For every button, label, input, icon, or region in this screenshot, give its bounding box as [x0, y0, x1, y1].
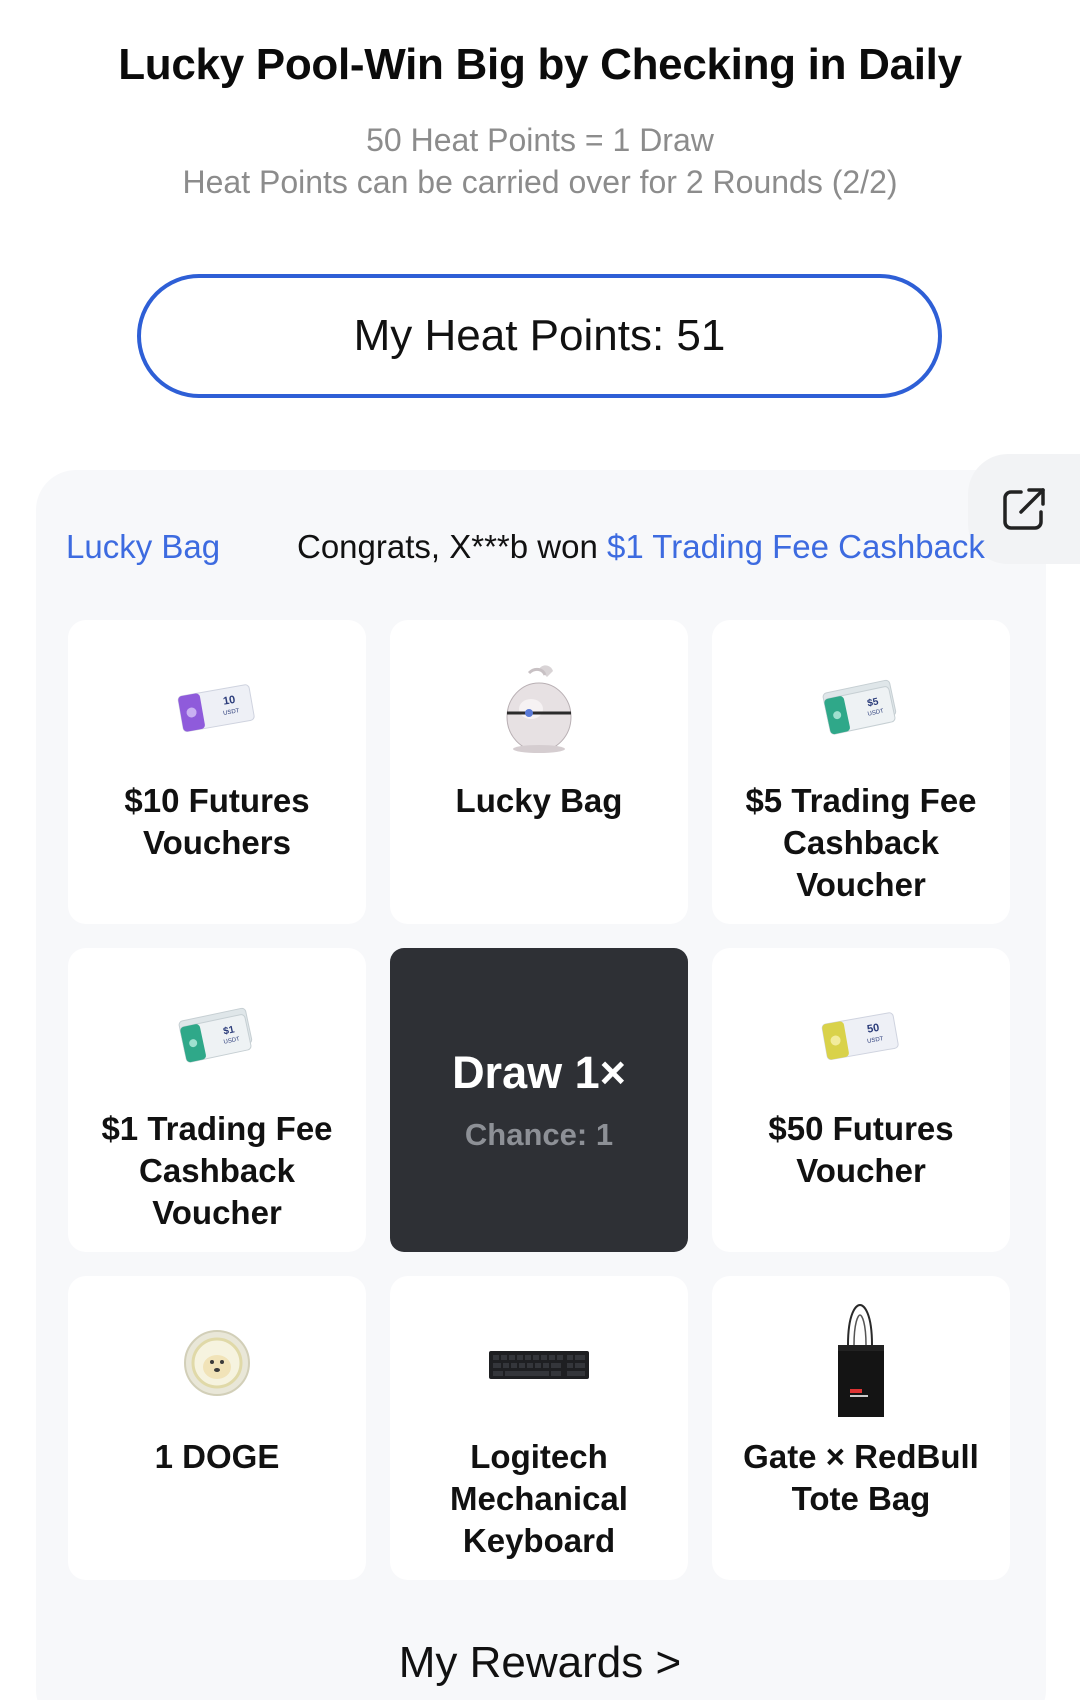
winner-marquee-tag: Lucky Bag: [66, 522, 220, 572]
doge-coin-icon: [184, 1330, 250, 1396]
prize-label: Gate × RedBull Tote Bag: [743, 1438, 979, 1517]
prize-label: Logitech Mechanical Keyboard: [450, 1438, 628, 1559]
tote-bag-icon: [838, 1303, 884, 1417]
prize-label: $50 Futures Voucher: [768, 1110, 954, 1189]
voucher-amount: 50: [866, 1022, 880, 1036]
prize-cell-lucky-bag: Lucky Bag: [390, 620, 688, 924]
prize-cell-50-futures: 50 USDT $50 Futures Voucher: [712, 948, 1010, 1252]
prize-cell-10-futures: 10 USDT $10 Futures Vouchers: [68, 620, 366, 924]
voucher-amount: 10: [222, 694, 236, 708]
winner-marquee: Congrats, X***b won $1 Trading Fee Cashb…: [297, 522, 987, 572]
prize-label: 1 DOGE: [154, 1438, 280, 1475]
marquee-tag-label: Lucky Bag: [66, 528, 221, 565]
voucher-5-usdt-icon: $5 USDT: [822, 679, 897, 735]
lucky-bag-icon: [506, 665, 572, 753]
draw-button[interactable]: Draw 1× Chance: 1: [390, 948, 688, 1252]
heat-points-button[interactable]: My Heat Points: 51: [137, 274, 942, 398]
heat-points-label: My Heat Points: 51: [353, 311, 726, 360]
page-title: Lucky Pool-Win Big by Checking in Daily: [118, 40, 962, 89]
draw-chance: Chance: 1: [464, 1117, 614, 1152]
prize-label: $5 Trading Fee Cashback Voucher: [745, 782, 977, 903]
voucher-1-usdt-icon: $1 USDT: [178, 1007, 253, 1063]
my-rewards-link[interactable]: My Rewards >: [0, 1638, 1080, 1688]
prize-label: $10 Futures Vouchers: [124, 782, 310, 861]
prize-cell-5-cashback: $5 USDT $5 Trading Fee Cashback Voucher: [712, 620, 1010, 924]
voucher-50-usdt-icon: 50 USDT: [821, 1012, 899, 1061]
keyboard-icon: [489, 1351, 589, 1379]
prize-label: Lucky Bag: [455, 782, 623, 819]
share-external-icon: [1003, 488, 1045, 530]
carry-over-text: Heat Points can be carried over for 2 Ro…: [182, 164, 898, 200]
draw-title: Draw 1×: [452, 1047, 626, 1098]
voucher-10-usdt-icon: 10 USDT: [177, 684, 255, 733]
prize-cell-tote-bag: Gate × RedBull Tote Bag: [712, 1276, 1010, 1580]
marquee-message: Congrats, X***b won: [297, 528, 608, 565]
prize-label: $1 Trading Fee Cashback Voucher: [101, 1110, 333, 1231]
marquee-prize: $1 Trading Fee Cashback: [607, 528, 985, 565]
draw-rate-text: 50 Heat Points = 1 Draw: [366, 122, 714, 158]
prize-cell-doge: 1 DOGE: [68, 1276, 366, 1580]
prize-cell-keyboard: Logitech Mechanical Keyboard: [390, 1276, 688, 1580]
prize-cell-1-cashback: $1 USDT $1 Trading Fee Cashback Voucher: [68, 948, 366, 1252]
